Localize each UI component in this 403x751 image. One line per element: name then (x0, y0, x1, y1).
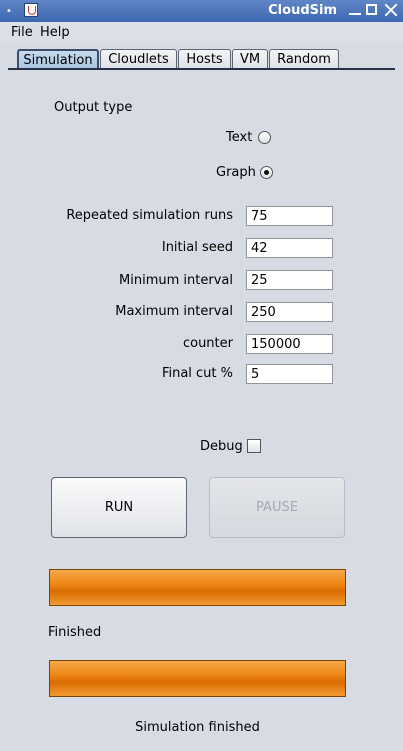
minimum-interval-label: Minimum interval (119, 273, 233, 288)
minimum-interval-field[interactable] (246, 270, 333, 290)
tab-random[interactable]: Random (269, 49, 339, 69)
maximize-icon[interactable] (366, 4, 377, 15)
simulation-progress-bar (49, 569, 346, 606)
output-type-label: Output type (54, 100, 133, 115)
final-cut-field[interactable] (246, 364, 333, 384)
progress-status-label: Finished (48, 625, 102, 640)
menu-help[interactable]: Help (40, 25, 70, 40)
tab-cloudlets[interactable]: Cloudlets (100, 49, 177, 69)
run-button[interactable]: RUN (51, 477, 187, 538)
repeated-runs-field[interactable] (246, 206, 333, 226)
title-bar: • CloudSim (0, 0, 403, 22)
repeated-runs-label: Repeated simulation runs (66, 208, 233, 223)
tab-hosts[interactable]: Hosts (178, 49, 231, 69)
counter-label: counter (182, 336, 233, 351)
overall-progress-bar (49, 660, 346, 697)
menu-file[interactable]: File (11, 25, 33, 40)
text-radio[interactable] (258, 131, 271, 144)
minimize-icon[interactable] (348, 3, 362, 17)
radio-selected-dot (264, 170, 269, 175)
tab-divider (8, 68, 395, 70)
menu-bar: File Help (0, 22, 403, 43)
final-cut-label: Final cut % (161, 366, 233, 381)
graph-option-label: Graph (216, 165, 256, 180)
graph-radio[interactable] (260, 166, 273, 179)
window-menu-icon[interactable]: • (6, 6, 12, 17)
counter-field[interactable] (246, 334, 333, 354)
text-option-label: Text (226, 130, 253, 145)
debug-checkbox[interactable] (247, 439, 261, 453)
tab-vm[interactable]: VM (232, 49, 268, 69)
initial-seed-field[interactable] (246, 238, 333, 258)
simulation-status-label: Simulation finished (135, 720, 260, 735)
maximum-interval-field[interactable] (246, 302, 333, 322)
pause-button: PAUSE (209, 477, 345, 538)
initial-seed-label: Initial seed (161, 240, 233, 255)
window-title: CloudSim (268, 3, 337, 18)
java-app-icon (24, 3, 38, 17)
debug-label: Debug (200, 439, 243, 454)
maximum-interval-label: Maximum interval (115, 304, 233, 319)
close-icon[interactable] (384, 3, 398, 17)
tab-simulation[interactable]: Simulation (17, 49, 99, 70)
